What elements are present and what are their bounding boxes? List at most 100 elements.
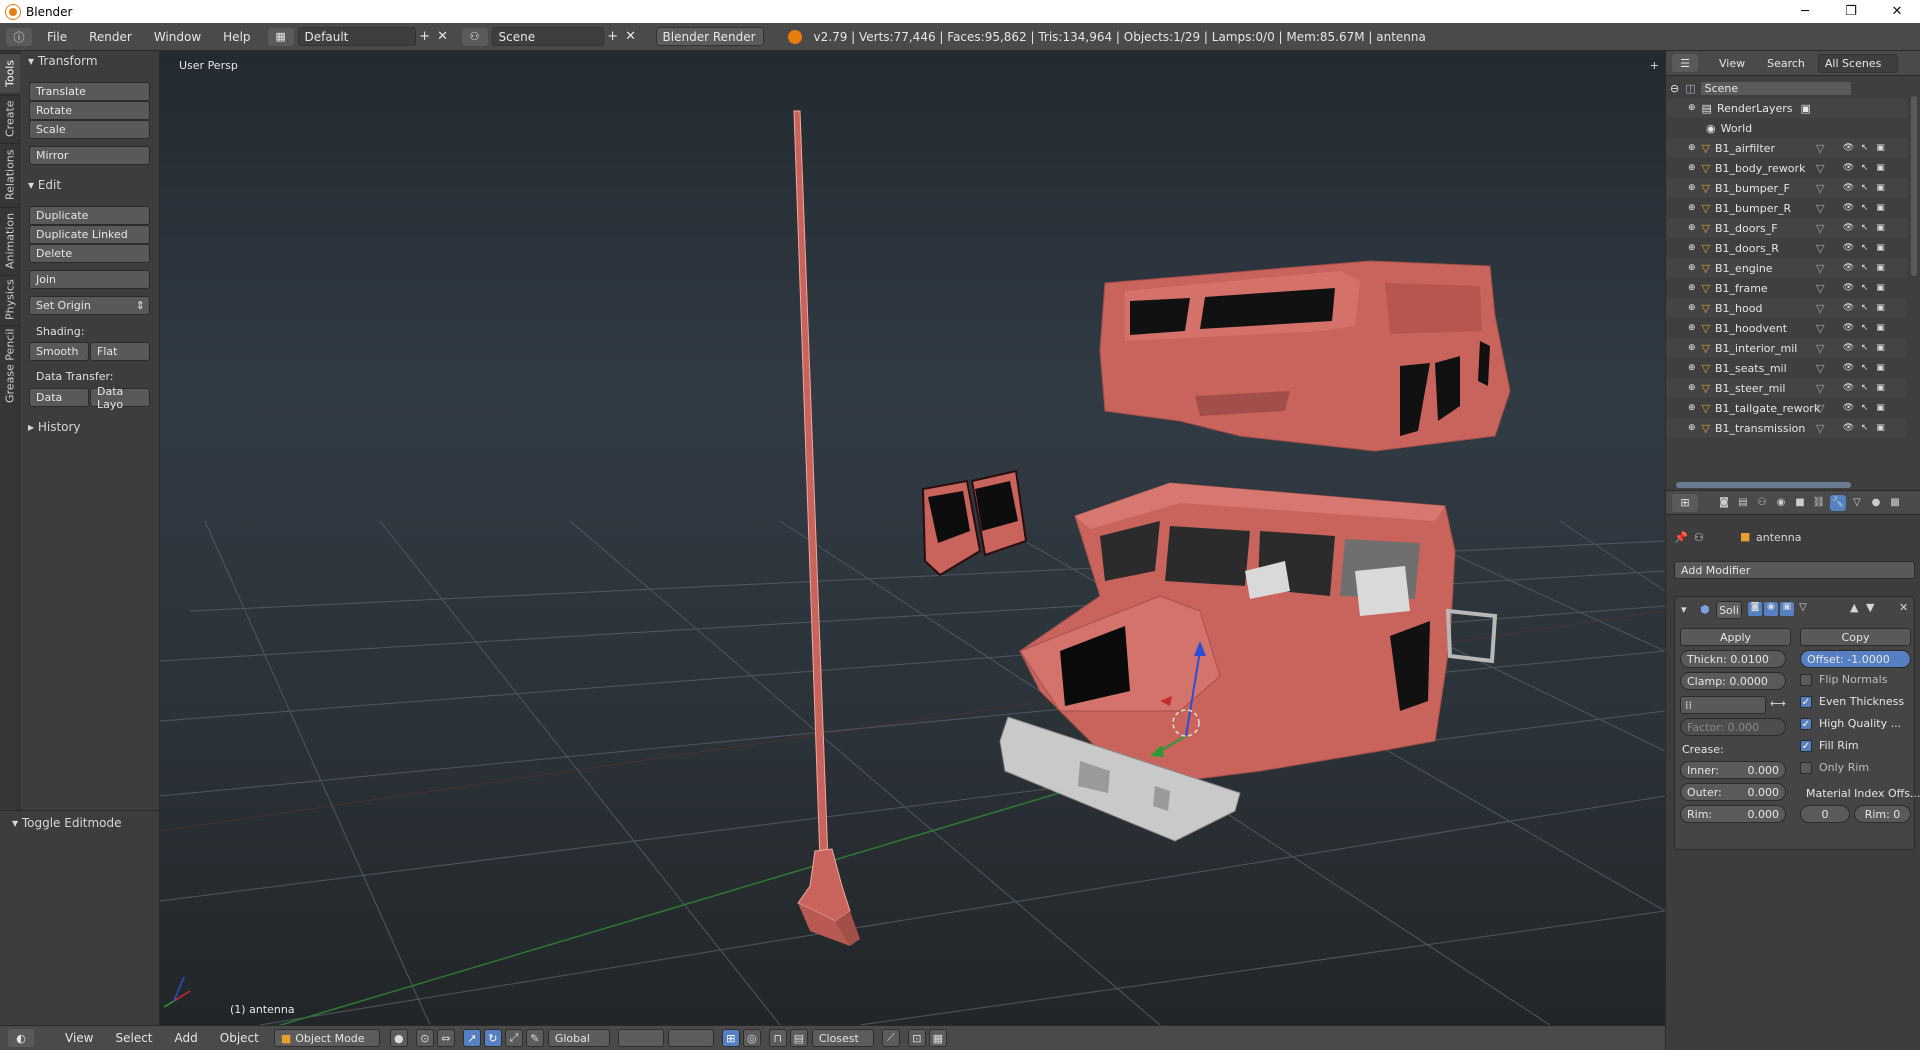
tab-create[interactable]: Create — [0, 95, 20, 141]
outliner-row-object[interactable]: ⊕ ▽ B1_bumper_F ▽ 👁 ↖ ▣ — [1666, 178, 1907, 198]
layer-buttons-a[interactable] — [617, 1029, 664, 1047]
outliner-menu-search[interactable]: Search — [1756, 57, 1816, 70]
menu-render[interactable]: Render — [78, 30, 143, 44]
mirror-button[interactable]: Mirror — [29, 146, 150, 165]
cursor-icon[interactable]: ↖ — [1858, 422, 1871, 435]
offset-field[interactable]: Offset: -1.0000 — [1800, 650, 1911, 668]
render-icon[interactable]: ▣ — [1874, 182, 1887, 195]
outliner-display-mode-select[interactable]: All Scenes — [1817, 53, 1898, 73]
cursor-icon[interactable]: ↖ — [1858, 142, 1871, 155]
cursor-icon[interactable]: ↖ — [1858, 222, 1871, 235]
outliner-row-object[interactable]: ⊕ ▽ B1_transmission ▽ 👁 ↖ ▣ — [1666, 418, 1907, 438]
modifier-collapse-icon[interactable]: ▾ — [1681, 603, 1687, 616]
render-icon[interactable]: ▣ — [1874, 162, 1887, 175]
render-animation-icon[interactable]: ⊡ — [907, 1029, 926, 1047]
transform-orientation-select[interactable]: Global — [547, 1029, 610, 1047]
flip-normals-checkbox[interactable]: Flip Normals — [1800, 673, 1887, 686]
thickness-field[interactable]: Thickn: 0.0100 — [1680, 650, 1786, 668]
rotate-button[interactable]: Rotate — [29, 101, 150, 120]
modifier-editmode-icon[interactable]: ▣ — [1780, 602, 1794, 616]
vertex-group-field[interactable]: ⁞⁞ — [1680, 696, 1766, 714]
world-tab-icon[interactable]: ◉ — [1773, 495, 1789, 511]
proportional-edit-icon[interactable]: ◎ — [742, 1029, 761, 1047]
render-icon[interactable]: ▣ — [1874, 142, 1887, 155]
render-layers-tab-icon[interactable]: ▤ — [1735, 495, 1751, 511]
cursor-icon[interactable]: ↖ — [1858, 342, 1871, 355]
crease-outer-field[interactable]: Outer: 0.000 — [1680, 783, 1786, 801]
duplicate-button[interactable]: Duplicate — [29, 206, 150, 225]
outliner-row-object[interactable]: ⊕ ▽ B1_bumper_R ▽ 👁 ↖ ▣ — [1666, 198, 1907, 218]
expand-icon[interactable]: ⊕ — [1688, 283, 1696, 293]
translate-button[interactable]: Translate — [29, 82, 150, 101]
smooth-button[interactable]: Smooth — [29, 342, 89, 361]
snap-toggle-icon[interactable]: ⊓ — [768, 1029, 787, 1047]
eye-icon[interactable]: 👁 — [1842, 262, 1855, 275]
antenna-object[interactable] — [793, 110, 860, 946]
modifier-render-icon[interactable]: ◙ — [1748, 602, 1762, 616]
outliner-row-world[interactable]: ◉ World — [1666, 118, 1907, 138]
data-layout-button[interactable]: Data Layo — [90, 385, 150, 411]
expand-icon[interactable]: ⊕ — [1688, 163, 1696, 173]
only-rim-checkbox[interactable]: Only Rim — [1800, 761, 1869, 774]
tab-relations[interactable]: Relations — [0, 143, 20, 205]
outliner-row-object[interactable]: ⊕ ▽ B1_seats_mil ▽ 👁 ↖ ▣ — [1666, 358, 1907, 378]
doors-object[interactable] — [921, 469, 1028, 577]
expand-icon[interactable]: ⊕ — [1688, 383, 1696, 393]
join-button[interactable]: Join — [29, 270, 150, 289]
outliner-row-renderlayers[interactable]: ⊕ ▤ RenderLayers ▣ — [1666, 98, 1907, 118]
outliner-row-object[interactable]: ⊕ ▽ B1_engine ▽ 👁 ↖ ▣ — [1666, 258, 1907, 278]
menu-select[interactable]: Select — [104, 1031, 163, 1045]
menu-object[interactable]: Object — [209, 1031, 270, 1045]
expand-icon[interactable]: ⊕ — [1688, 423, 1696, 433]
render-engine-select[interactable]: Blender Render — [655, 27, 764, 46]
render-icon[interactable]: ▣ — [1874, 222, 1887, 235]
expand-icon[interactable]: ⊕ — [1688, 203, 1696, 213]
remove-scene-icon[interactable]: ✕ — [622, 28, 640, 46]
render-icon[interactable]: ▣ — [1874, 382, 1887, 395]
outliner-row-object[interactable]: ⊕ ▽ B1_hood ▽ 👁 ↖ ▣ — [1666, 298, 1907, 318]
render-icon[interactable]: ▣ — [1874, 262, 1887, 275]
eye-icon[interactable]: 👁 — [1842, 362, 1855, 375]
render-icon[interactable]: ▣ — [1874, 422, 1887, 435]
constraints-tab-icon[interactable]: ⛓ — [1811, 495, 1827, 511]
outliner-row-object[interactable]: ⊕ ▽ B1_doors_F ▽ 👁 ↖ ▣ — [1666, 218, 1907, 238]
outliner-row-object[interactable]: ⊕ ▽ B1_hoodvent ▽ 👁 ↖ ▣ — [1666, 318, 1907, 338]
expand-icon[interactable]: ⊕ — [1688, 403, 1696, 413]
maximize-button[interactable]: ❐ — [1828, 0, 1874, 23]
toggle-editmode-header[interactable]: ▾ Toggle Editmode — [12, 816, 122, 830]
cursor-icon[interactable]: ↖ — [1858, 182, 1871, 195]
outliner-row-object[interactable]: ⊕ ▽ B1_tailgate_rework ▽ 👁 ↖ ▣ — [1666, 398, 1907, 418]
pencil-icon[interactable]: ✎ — [525, 1029, 544, 1047]
add-layout-icon[interactable]: + — [416, 28, 434, 46]
render-icon[interactable]: ▣ — [1874, 242, 1887, 255]
high-quality-normals-checkbox[interactable]: ✓ High Quality ... — [1800, 717, 1901, 730]
data-tab-icon[interactable]: ▽ — [1849, 495, 1865, 511]
interaction-mode-select[interactable]: ■ Object Mode — [273, 1029, 380, 1047]
scale-manipulator-icon[interactable]: ⤢ — [504, 1029, 523, 1047]
delete-button[interactable]: Delete — [29, 244, 150, 263]
cursor-icon[interactable]: ↖ — [1858, 282, 1871, 295]
move-up-icon[interactable]: ▲ — [1850, 601, 1858, 614]
texture-tab-icon[interactable]: ▩ — [1887, 495, 1903, 511]
render-icon[interactable]: ▣ — [1874, 282, 1887, 295]
add-modifier-select[interactable]: Add Modifier — [1674, 561, 1915, 579]
render-icon[interactable]: ▣ — [1874, 322, 1887, 335]
outliner-row-object[interactable]: ⊕ ▽ B1_interior_mil ▽ 👁 ↖ ▣ — [1666, 338, 1907, 358]
render-tab-icon[interactable]: ◙ — [1716, 495, 1732, 511]
data-transfer-button[interactable]: Data — [29, 388, 89, 407]
cursor-icon[interactable]: ↖ — [1858, 242, 1871, 255]
cursor-icon[interactable]: ↖ — [1858, 302, 1871, 315]
scene-icon[interactable]: ⚇ — [461, 27, 488, 46]
eye-icon[interactable]: 👁 — [1842, 142, 1855, 155]
cursor-icon[interactable]: ↖ — [1858, 202, 1871, 215]
cursor-icon[interactable]: ↖ — [1858, 362, 1871, 375]
tab-animation[interactable]: Animation — [0, 207, 20, 273]
render-icon[interactable]: ▣ — [1874, 342, 1887, 355]
expand-icon[interactable]: ⊕ — [1688, 223, 1696, 233]
object-tab-icon[interactable]: ■ — [1792, 495, 1808, 511]
render-icon[interactable]: ▣ — [1874, 362, 1887, 375]
scene-tab-icon[interactable]: ⚇ — [1754, 495, 1770, 511]
eye-icon[interactable]: 👁 — [1842, 182, 1855, 195]
tab-grease-pencil[interactable]: Grease Pencil — [0, 325, 20, 405]
expand-icon[interactable]: ⊕ — [1688, 303, 1696, 313]
